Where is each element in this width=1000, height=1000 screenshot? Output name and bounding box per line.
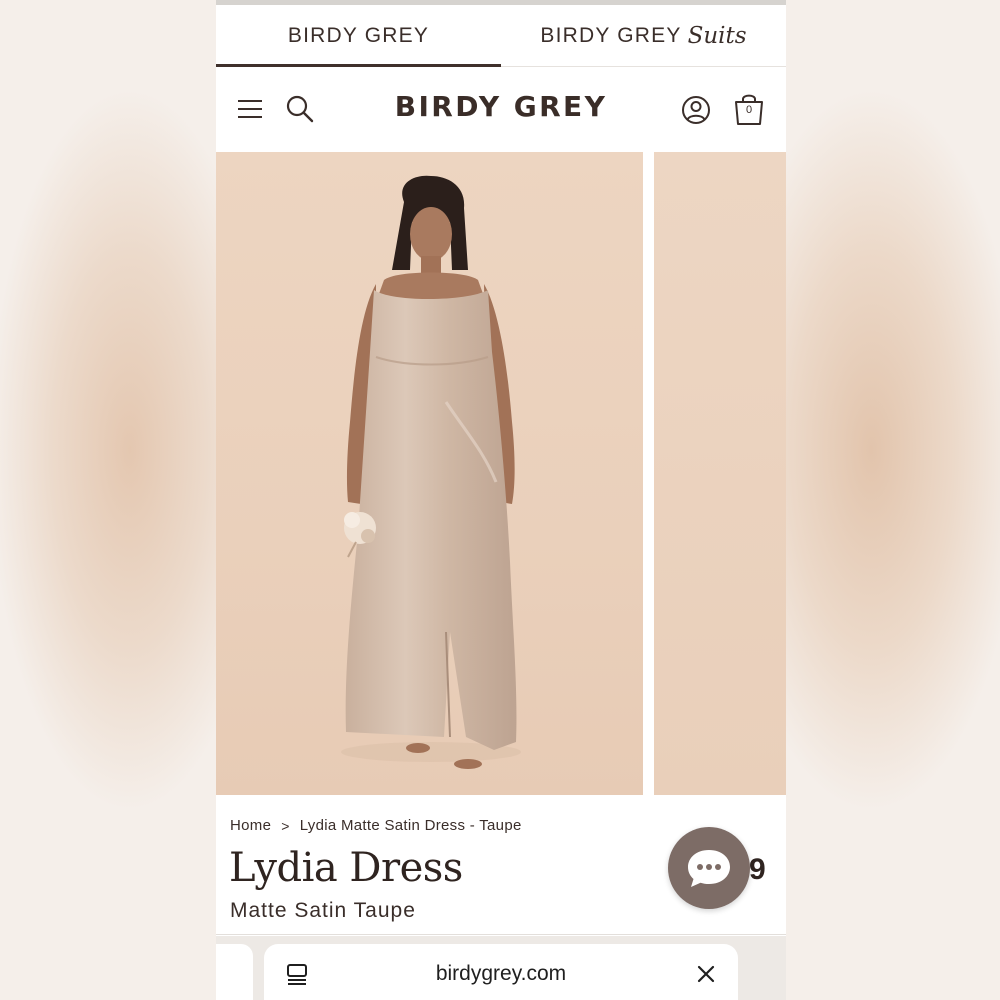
url-text[interactable]: birdygrey.com <box>264 962 738 986</box>
tab-birdy-grey[interactable]: BIRDY GREY <box>216 5 501 67</box>
product-price: 9 <box>749 853 766 886</box>
product-title: Lydia Dress <box>229 845 463 891</box>
blurred-background-right <box>786 0 1000 1000</box>
product-subtitle: Matte Satin Taupe <box>230 899 416 922</box>
tab-birdy-grey-suits[interactable]: BIRDY GREY Suits <box>501 5 786 66</box>
tab-birdy-grey-label: BIRDY GREY <box>287 23 430 47</box>
product-gallery[interactable] <box>216 152 786 795</box>
close-icon[interactable] <box>696 964 716 984</box>
model-in-dress-illustration <box>341 175 521 769</box>
address-bar[interactable]: birdygrey.com <box>264 944 738 1000</box>
site-header: BIRDY GREY 0 <box>216 68 786 152</box>
cart-count: 0 <box>745 104 753 116</box>
product-info: Home > Lydia Matte Satin Dress - Taupe L… <box>216 795 786 935</box>
product-image-next[interactable] <box>654 152 786 795</box>
breadcrumb-current[interactable]: Lydia Matte Satin Dress - Taupe <box>300 817 522 834</box>
account-icon[interactable] <box>681 95 711 125</box>
breadcrumb-home[interactable]: Home <box>230 817 271 834</box>
blurred-background-left <box>0 0 216 1000</box>
phone-screen: BIRDY GREY BIRDY GREY Suits BIRDY GREY 0 <box>216 0 786 1000</box>
browser-toolbar: birdygrey.com <box>216 936 786 1000</box>
brand-tabs: BIRDY GREY BIRDY GREY Suits <box>216 5 786 67</box>
chat-button[interactable] <box>668 827 750 909</box>
chat-bubble-icon <box>688 850 730 887</box>
tab-suits-script: Suits <box>687 22 747 49</box>
breadcrumb-separator: > <box>281 817 290 834</box>
breadcrumb: Home > Lydia Matte Satin Dress - Taupe <box>230 817 522 834</box>
shopping-bag-icon[interactable]: 0 <box>733 92 765 126</box>
product-image-main[interactable] <box>216 152 643 795</box>
previous-tab-peek[interactable] <box>216 944 253 1000</box>
tab-suits-label: BIRDY GREY <box>540 23 682 47</box>
